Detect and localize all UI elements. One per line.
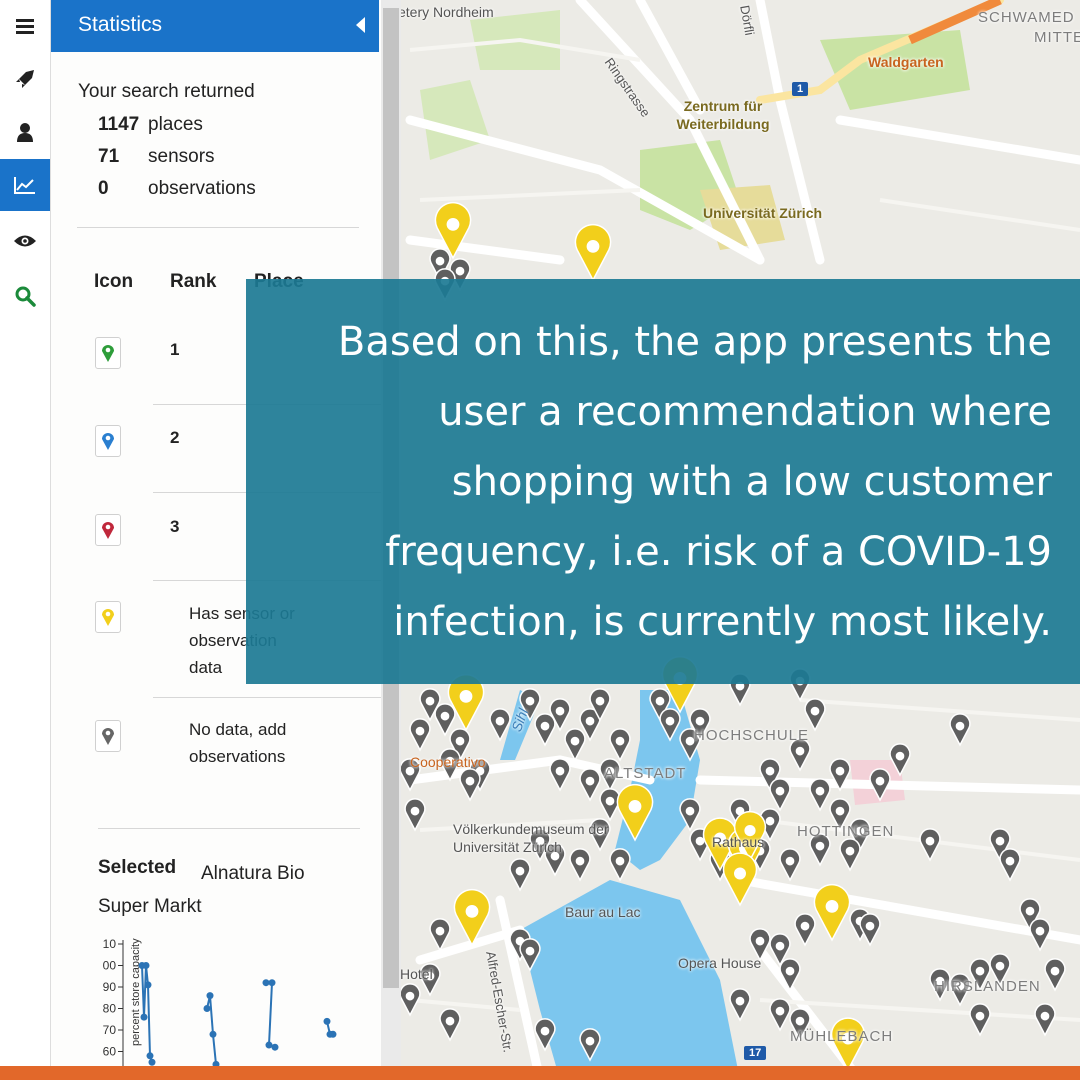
caption-overlay: Based on this, the app presents the user…: [246, 279, 1080, 684]
cooperativo-label: Cooperativo: [410, 754, 486, 770]
hotel-label: Hotel: [400, 966, 433, 982]
district-schwamendingen-label: SCHWAMED: [978, 9, 1075, 26]
road-shield-17: 17: [744, 1046, 767, 1060]
rank-2-label[interactable]: 2: [170, 428, 179, 448]
collapse-icon[interactable]: [356, 17, 365, 33]
chart-data-point[interactable]: [209, 1030, 217, 1038]
rank-2-pin-icon: [95, 425, 121, 457]
rocket-button[interactable]: [0, 53, 50, 105]
chart-data-point[interactable]: [146, 1052, 154, 1060]
row-divider: [153, 697, 383, 698]
panel-title: Statistics: [78, 13, 163, 36]
visibility-button[interactable]: [0, 215, 50, 267]
chart-data-point[interactable]: [323, 1017, 331, 1025]
places-label: places: [148, 114, 203, 135]
observations-label: observations: [148, 178, 256, 199]
search-intro: Your search returned: [78, 81, 255, 102]
rank-3-label[interactable]: 3: [170, 517, 179, 537]
chart-y-tick-label: 90: [103, 980, 117, 994]
menu-icon: [16, 19, 34, 34]
cemetery-label: etery Nordheim: [398, 4, 494, 20]
chart-y-tick-label: 10: [103, 937, 117, 951]
bottom-accent-bar: [0, 1066, 1080, 1080]
sensors-label: sensors: [148, 146, 215, 167]
chart-series-line: [266, 981, 276, 1049]
chart-y-tick-label: 70: [103, 1023, 117, 1037]
chart-data-point[interactable]: [148, 1058, 156, 1066]
hottingen-label: HOTTINGEN: [797, 823, 895, 840]
icon-rail: [0, 0, 51, 1080]
chart-data-point[interactable]: [140, 1013, 148, 1021]
sensor-data-pin-icon: [95, 601, 121, 633]
column-rank-header: Rank: [170, 271, 217, 292]
waldgarten-label: Waldgarten: [868, 54, 944, 70]
rank-3-pin-icon: [95, 514, 121, 546]
chart-data-point[interactable]: [203, 1005, 211, 1012]
chart-y-axis-label: percent store capacity: [130, 938, 142, 1046]
baur-au-lac-label: Baur au Lac: [565, 904, 641, 920]
chart-data-point[interactable]: [271, 1043, 279, 1051]
selected-place-name: Alnatura Bio Super Markt: [98, 863, 305, 917]
chart-data-point[interactable]: [206, 992, 214, 1000]
menu-button[interactable]: [0, 0, 50, 52]
panel-header: Statistics: [51, 0, 379, 52]
hirslanden-label: HIRSLANDEN: [934, 978, 1041, 995]
search-button[interactable]: [0, 270, 50, 322]
chart-data-point[interactable]: [144, 981, 152, 989]
chart-data-point[interactable]: [268, 979, 276, 987]
chart-data-point[interactable]: [142, 962, 150, 969]
district-mitte-label: MITTE: [1034, 29, 1080, 46]
search-icon: [15, 286, 36, 307]
chart-data-point[interactable]: [329, 1030, 337, 1038]
muhlebach-label: MÜHLEBACH: [790, 1028, 894, 1045]
eye-icon: [14, 235, 36, 247]
column-icon-header: Icon: [94, 271, 134, 292]
places-count: 1147: [98, 114, 140, 135]
divider: [98, 828, 360, 829]
rank-1-label[interactable]: 1: [170, 340, 179, 360]
chart-y-tick-label: 00: [103, 959, 117, 973]
road-shield-1: 1: [792, 82, 809, 96]
zentrum-label: Zentrum für Weiterbildung: [676, 98, 770, 132]
rank-1-pin-icon: [95, 337, 121, 369]
chart-y-tick-label: 60: [103, 1045, 117, 1059]
divider: [77, 227, 359, 228]
chart-icon: [14, 177, 35, 194]
altstadt-label: ALTSTADT: [604, 765, 687, 782]
observations-count: 0: [98, 178, 109, 199]
no-data-pin-icon: [95, 720, 121, 752]
opera-label: Opera House: [678, 955, 762, 971]
user-button[interactable]: [0, 106, 50, 158]
rathaus-label: Rathaus: [712, 834, 765, 850]
rocket-icon: [16, 70, 34, 88]
no-data-legend-text: No data, add observations: [189, 720, 287, 766]
museum-label: Völkerkundemuseum der Universität Zürich: [453, 821, 609, 855]
capacity-chart: 10 00 90 80 70 60 percent store capacity: [103, 937, 337, 1066]
university-label: Universität Zürich: [703, 205, 823, 221]
hochschule-label: HOCHSCHULE: [694, 727, 810, 744]
chart-y-tick-label: 80: [103, 1002, 117, 1016]
user-icon: [17, 123, 33, 142]
sensors-count: 71: [98, 146, 120, 167]
caption-text: Based on this, the app presents the user…: [337, 319, 1052, 645]
chart-data-point[interactable]: [265, 1041, 273, 1049]
chart-data-point[interactable]: [262, 979, 270, 987]
statistics-button[interactable]: [0, 159, 50, 211]
